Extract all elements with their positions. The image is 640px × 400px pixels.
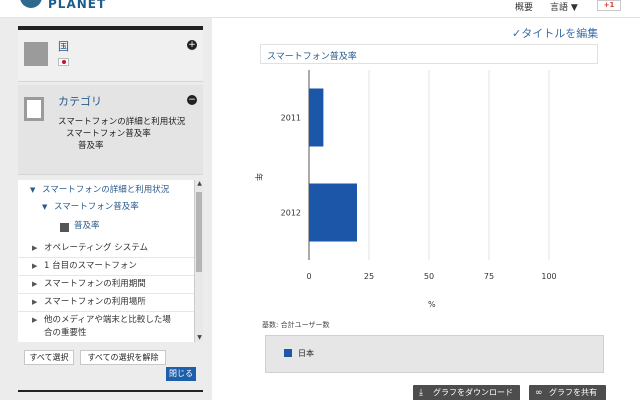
download-chart-button[interactable]: ⤓ グラフをダウンロード (413, 385, 520, 400)
collapsed-arrow-icon: ▶ (32, 262, 38, 270)
expand-icon[interactable]: + (187, 40, 197, 50)
bar[interactable] (309, 183, 357, 242)
pencil-icon: ✓ (512, 27, 522, 40)
tree-scrollbar[interactable]: ▲ ▼ (194, 180, 203, 342)
tree-item[interactable]: ▶ 他のメディアや端末と比較した場 合の重要性 (18, 312, 194, 342)
deselect-all-button[interactable]: すべての選択を解除 (80, 350, 166, 365)
x-tick-label: 0 (306, 272, 311, 281)
scroll-up-icon[interactable]: ▲ (195, 180, 204, 188)
tree-item-penetration[interactable]: ▼ スマートフォン普及率 (18, 199, 194, 217)
chart-x-ticks: 0 25 50 75 100 (306, 272, 556, 281)
category-line-2: スマートフォン普及率 (66, 129, 151, 139)
x-tick-label: 100 (541, 272, 556, 281)
download-chart-label: グラフをダウンロード (433, 388, 513, 397)
collapsed-arrow-icon: ▶ (32, 298, 38, 306)
x-axis-label: % (428, 300, 436, 309)
japan-flag-icon (58, 58, 69, 66)
download-icon: ⤓ (419, 388, 423, 398)
base-unit-label: 基数: 合計ユーザー数 (262, 321, 330, 329)
link-icon: ∞ (535, 388, 543, 398)
top-bar: PLANET 概要 言語 ▼ +1 (0, 0, 640, 18)
country-section[interactable]: 国 + (18, 30, 203, 82)
y-category-label: 2012 (281, 209, 301, 218)
legend: 日本 (265, 335, 604, 373)
x-tick-label: 75 (484, 272, 494, 281)
edit-title-label: タイトルを編集 (521, 27, 599, 40)
nav-language-dropdown[interactable]: 言語 ▼ (550, 0, 578, 13)
expanded-arrow-icon: ▼ (42, 203, 48, 211)
google-plus-button[interactable]: +1 (597, 0, 621, 11)
tree-item-label: 1 台目のスマートフォン (44, 261, 137, 271)
select-all-button[interactable]: すべて選択 (24, 350, 74, 365)
tree-item-label-continued: 合の重要性 (44, 328, 87, 338)
scroll-down-icon[interactable]: ▼ (195, 334, 204, 342)
expanded-arrow-icon: ▼ (30, 186, 36, 194)
legend-label: 日本 (298, 349, 314, 358)
country-icon (24, 42, 48, 66)
country-section-title: 国 (58, 40, 69, 53)
tree-item-label: オペレーティング システム (44, 243, 148, 253)
planet-logo-icon[interactable] (20, 0, 42, 8)
chart-bars (309, 88, 357, 242)
tree-item-label: スマートフォン普及率 (54, 202, 139, 212)
logo-text[interactable]: PLANET (48, 0, 106, 11)
category-line-3: 普及率 (78, 141, 104, 151)
tree-item[interactable]: ▶ オペレーティング システム (18, 240, 194, 258)
category-icon (24, 97, 44, 121)
y-category-label: 2011 (281, 114, 301, 123)
tree-item[interactable]: ▶ スマートフォンの利用期間 (18, 276, 194, 294)
share-chart-label: グラフを共有 (549, 388, 597, 397)
y-axis-label: 年 (254, 173, 264, 181)
category-line-1: スマートフォンの詳細と利用状況 (58, 117, 186, 127)
x-tick-label: 50 (424, 272, 434, 281)
collapsed-arrow-icon: ▶ (32, 244, 38, 252)
tree-item-label: 普及率 (74, 221, 100, 231)
selected-checkbox-icon[interactable] (60, 223, 69, 232)
bar-chart: 2011 2012 0 25 50 75 100 年 % (254, 70, 557, 309)
tree-item-smartphone-usage[interactable]: ▼ スマートフォンの詳細と利用状況 (18, 182, 194, 200)
share-chart-button[interactable]: ∞ グラフを共有 (529, 385, 606, 400)
tree-item[interactable]: ▶ スマートフォンの利用場所 (18, 294, 194, 312)
collapsed-arrow-icon: ▶ (32, 280, 38, 288)
legend-swatch (284, 349, 292, 357)
edit-title-link[interactable]: ✓タイトルを編集 (512, 25, 598, 41)
tree-item[interactable]: ▶ 1 台目のスマートフォン (18, 258, 194, 276)
category-tree: ▼ スマートフォンの詳細と利用状況 ▼ スマートフォン普及率 普及率 ▶ オペレ… (18, 180, 194, 342)
chart-title-bar: スマートフォン普及率 (260, 44, 598, 64)
google-plus-label: +1 (603, 1, 615, 9)
tree-item-label: 他のメディアや端末と比較した場 (44, 315, 171, 325)
tree-item-label: スマートフォンの詳細と利用状況 (42, 185, 170, 195)
close-button[interactable]: 閉じる (166, 367, 196, 381)
category-section-title: カテゴリ (58, 95, 102, 108)
tree-item-penetration-rate[interactable]: 普及率 (18, 218, 194, 238)
chart-title: スマートフォン普及率 (267, 52, 357, 62)
tree-item-label: スマートフォンの利用期間 (44, 279, 146, 289)
tree-item-label: スマートフォンの利用場所 (44, 297, 146, 307)
x-tick-label: 25 (364, 272, 374, 281)
collapsed-arrow-icon: ▶ (32, 316, 38, 324)
left-panel-bottom-border (18, 390, 203, 392)
nav-overview-link[interactable]: 概要 (515, 0, 533, 13)
collapse-icon[interactable]: − (187, 95, 197, 105)
category-section[interactable]: カテゴリ − スマートフォンの詳細と利用状況 スマートフォン普及率 普及率 (18, 85, 203, 175)
bar[interactable] (309, 88, 324, 147)
chart-category-labels: 2011 2012 (281, 114, 301, 218)
scrollbar-thumb[interactable] (196, 192, 202, 272)
